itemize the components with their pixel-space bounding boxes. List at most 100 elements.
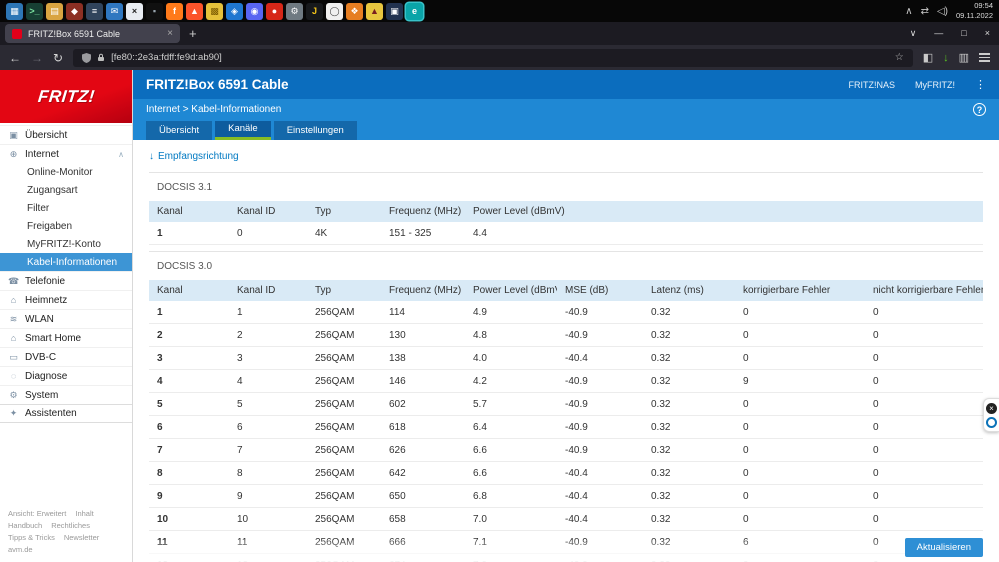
file-manager-icon[interactable]: ▤: [46, 2, 63, 20]
extensions-icon[interactable]: ◧: [923, 51, 933, 64]
table-cell: 6.6: [465, 461, 557, 485]
sidebar-item-heimnetz[interactable]: ⌂ Heimnetz: [0, 290, 132, 309]
brave-browser-icon[interactable]: ▲: [186, 2, 203, 20]
table-cell: 11: [229, 530, 307, 554]
x-server-icon[interactable]: ×: [126, 2, 143, 20]
menu-icon[interactable]: [979, 53, 990, 62]
jump-link[interactable]: ↓ Empfangsrichtung: [149, 151, 983, 162]
refresh-button[interactable]: Aktualisieren: [904, 538, 983, 557]
overview-icon: ▣: [9, 129, 18, 140]
sidebar-item-online-monitor[interactable]: Online-Monitor: [0, 163, 132, 181]
window-controls: ∨ — □ ×: [901, 22, 999, 45]
sidebar-item-label: Freigaben: [27, 220, 73, 232]
sidebar-item-telefonie[interactable]: ☎ Telefonie: [0, 271, 132, 290]
widget-close-icon[interactable]: ×: [986, 402, 997, 414]
overflow-menu-icon[interactable]: ⋮: [975, 78, 986, 91]
table-cell: 6: [735, 530, 865, 554]
build-tool-icon[interactable]: ▲: [366, 2, 383, 20]
table-cell: 0.32: [643, 484, 735, 508]
tab-einstellungen[interactable]: Einstellungen: [273, 121, 357, 140]
app-launcher-icon[interactable]: ▦: [6, 2, 23, 20]
fritznas-link[interactable]: FRITZ!NAS: [849, 80, 896, 90]
footer-link[interactable]: Inhalt: [75, 509, 93, 518]
vm-app-icon[interactable]: ▣: [386, 2, 403, 20]
table-cell: 256QAM: [307, 323, 381, 347]
sidebar-item-label: Kabel-Informationen: [27, 256, 118, 268]
column-header: Frequenz (MHz): [381, 201, 465, 222]
media-app-icon[interactable]: ●: [266, 2, 283, 20]
reload-button[interactable]: ↻: [53, 51, 63, 65]
table-cell: 5: [229, 392, 307, 416]
sidebar-item-wlan[interactable]: ≋ WLAN: [0, 309, 132, 328]
footer-link[interactable]: Tipps & Tricks: [8, 533, 55, 542]
url-bar[interactable]: [fe80::2e3a:fdff:fe9d:ab90] ☆: [73, 48, 913, 67]
mail-client-icon[interactable]: ✉: [106, 2, 123, 20]
footer-link[interactable]: Handbuch: [8, 521, 42, 530]
network-icon[interactable]: ⇄: [921, 6, 929, 17]
hidden-icons-chevron-icon[interactable]: ∧: [905, 6, 912, 17]
fritz-logo[interactable]: FRITZ!: [0, 70, 132, 123]
volume-icon[interactable]: ◁): [937, 6, 948, 17]
table-row: 8 8 256QAM 642 6.6 -40.4 0.32 0 0: [149, 461, 983, 485]
globe-icon: ⊕: [9, 148, 18, 159]
help-icon[interactable]: ?: [973, 102, 986, 116]
taskbar-icons: ▦ >_ ▤ ◆ ≡ ✉ × ▪ f ▲ ▩ ◈ ◉ ● ⚙ J ◯ ❖ ▲ ▣ e: [6, 2, 423, 20]
back-button[interactable]: ←: [9, 51, 21, 65]
window-maximize-button[interactable]: □: [952, 22, 975, 45]
footer-link[interactable]: Rechtliches: [51, 521, 90, 530]
library-icon[interactable]: ▥: [959, 51, 969, 64]
sidebar-item-freigaben[interactable]: Freigaben: [0, 217, 132, 235]
bookmark-star-icon[interactable]: ☆: [895, 52, 904, 63]
tab-list-chevron-icon[interactable]: ∨: [901, 22, 926, 45]
sidebar-item-kabel-informationen[interactable]: Kabel-Informationen: [0, 253, 132, 271]
console-icon[interactable]: ▪: [146, 2, 163, 20]
sidebar-item-diagnose[interactable]: ◌ Diagnose: [0, 366, 132, 385]
chat-app-icon[interactable]: ◉: [246, 2, 263, 20]
vscode-editor-icon[interactable]: ◈: [226, 2, 243, 20]
tracking-shield-icon[interactable]: [82, 52, 92, 63]
window-close-button[interactable]: ×: [976, 22, 999, 45]
footer-link[interactable]: avm.de: [8, 545, 33, 554]
modeling-tool-icon[interactable]: ◯: [326, 2, 343, 20]
download-icon[interactable]: ↓: [943, 52, 949, 64]
myfritz-link[interactable]: MyFRITZ!: [915, 80, 955, 90]
sidebar-item-internet[interactable]: ⊕ Internet ∧: [0, 144, 132, 163]
sidebar-item-dvb-c[interactable]: ▭ DVB-C: [0, 347, 132, 366]
package-manager-icon[interactable]: ◆: [66, 2, 83, 20]
sidebar-item-myfritz-konto[interactable]: MyFRITZ!-Konto: [0, 235, 132, 253]
tab-uebersicht[interactable]: Übersicht: [146, 121, 213, 140]
firefox-browser-icon[interactable]: f: [166, 2, 183, 20]
tab-kanaele[interactable]: Kanäle: [215, 121, 271, 140]
browser-tab[interactable]: FRITZ!Box 6591 Cable ×: [5, 24, 180, 43]
code-editor-icon[interactable]: ≡: [86, 2, 103, 20]
fox-app-icon[interactable]: ❖: [346, 2, 363, 20]
sidebar-item-label: Heimnetz: [25, 294, 68, 306]
table-cell: -40.4: [557, 507, 643, 531]
new-tab-button[interactable]: +: [189, 26, 197, 41]
sidebar-item-system[interactable]: ⚙ System: [0, 385, 132, 404]
sidebar-item-smart-home[interactable]: ⌂ Smart Home: [0, 328, 132, 347]
settings-app-icon[interactable]: ⚙: [286, 2, 303, 20]
sidebar-item-filter[interactable]: Filter: [0, 199, 132, 217]
url-text[interactable]: [fe80::2e3a:fdff:fe9d:ab90]: [111, 52, 889, 63]
window-minimize-button[interactable]: —: [925, 22, 952, 45]
terminal-icon[interactable]: >_: [26, 2, 43, 20]
sidebar-item-zugangsart[interactable]: Zugangsart: [0, 181, 132, 199]
sidebar-item-uebersicht[interactable]: ▣ Übersicht: [0, 125, 132, 144]
table-row: 2 2 256QAM 130 4.8 -40.9 0.32 0 0: [149, 323, 983, 347]
footer-link[interactable]: Newsletter: [64, 533, 99, 542]
tab-close-icon[interactable]: ×: [167, 28, 173, 39]
table-cell: 0.32: [643, 438, 735, 462]
sidebar-item-label: Zugangsart: [27, 184, 78, 196]
widget-extension-icon[interactable]: [986, 416, 997, 428]
page: FRITZ! ▣ Übersicht ⊕ Internet ∧ Online-Monito…: [0, 70, 999, 562]
ide-icon[interactable]: J: [306, 2, 323, 20]
sidebar-item-assistenten[interactable]: ✦ Assistenten: [0, 404, 132, 423]
footer-link[interactable]: Ansicht: Erweitert: [8, 509, 66, 518]
sidebar-item-label: MyFRITZ!-Konto: [27, 238, 101, 250]
image-editor-icon[interactable]: ▩: [206, 2, 223, 20]
forward-button[interactable]: →: [31, 51, 43, 65]
table-cell: 650: [381, 484, 465, 508]
edge-browser-icon[interactable]: e: [406, 2, 423, 20]
table-row: 7 7 256QAM 626 6.6 -40.9 0.32 0 0: [149, 438, 983, 462]
